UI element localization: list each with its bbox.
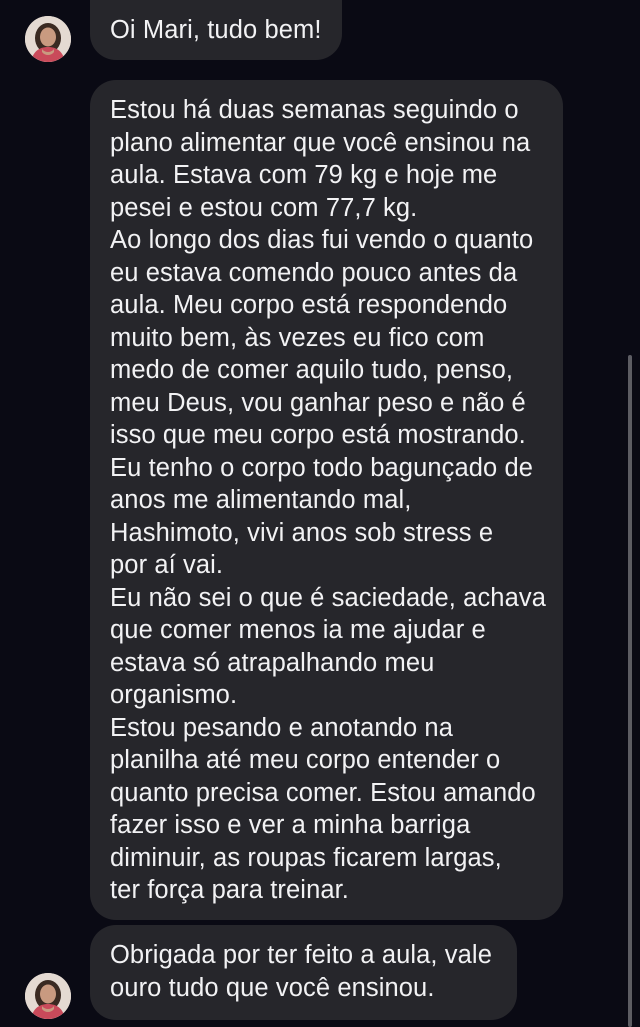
message-line: Hashimoto, vivi anos sob stress e <box>110 518 494 547</box>
message-line: organismo. <box>110 681 238 709</box>
message-line: Obrigada por ter feito a aula, vale <box>110 941 492 969</box>
message-line: eu estava comendo pouco antes da <box>110 258 518 287</box>
avatar-image <box>25 973 71 1019</box>
message-line: muito bem, às vezes eu fico com <box>110 323 485 352</box>
message-line: por aí vai. <box>110 551 224 579</box>
message-line: plano alimentar que você ensinou na <box>110 128 531 157</box>
message-bubble-1[interactable]: Oi Mari, tudo bem! <box>90 0 342 60</box>
message-line: Oi Mari, tudo bem! <box>110 16 322 44</box>
message-line: ouro tudo que você ensinou. <box>110 973 435 1002</box>
message-line: Eu não sei o que é saciedade, achava <box>110 583 547 612</box>
message-line: estava só atrapalhando meu <box>110 648 435 677</box>
message-line: medo de comer aquilo tudo, penso, <box>110 356 514 384</box>
message-bubble-3[interactable]: Obrigada por ter feito a aula, vale ouro… <box>90 925 517 1020</box>
message-line: quanto precisa comer. Estou amando <box>110 778 536 807</box>
message-line: fazer isso e ver a minha barriga <box>110 811 471 839</box>
message-line: isso que meu corpo está mostrando. <box>110 421 526 449</box>
message-line: Estou pesando e anotando na <box>110 713 453 742</box>
scrollbar[interactable] <box>628 355 632 1027</box>
message-line: pesei e estou com 77,7 kg. <box>110 193 418 222</box>
message-line: Estou há duas semanas seguindo o <box>110 96 519 124</box>
avatar-image <box>25 16 71 62</box>
message-line: meu Deus, vou ganhar peso e não é <box>110 388 526 417</box>
message-line: Ao longo dos dias fui vendo o quanto <box>110 226 534 254</box>
message-line: ter força para treinar. <box>110 876 349 904</box>
message-line: aula. Meu corpo está respondendo <box>110 291 508 319</box>
message-line: aula. Estava com 79 kg e hoje me <box>110 161 498 189</box>
message-line: anos me alimentando mal, <box>110 486 412 514</box>
contact-avatar[interactable] <box>25 973 71 1019</box>
message-bubble-2[interactable]: Estou há duas semanas seguindo o plano a… <box>90 80 563 920</box>
message-line: diminuir, as roupas ficarem largas, <box>110 843 502 872</box>
contact-avatar[interactable] <box>25 16 71 62</box>
message-line: Eu tenho o corpo todo bagunçado de <box>110 453 534 482</box>
message-line: que comer menos ia me ajudar e <box>110 616 486 644</box>
message-line: planilha até meu corpo entender o <box>110 746 501 774</box>
